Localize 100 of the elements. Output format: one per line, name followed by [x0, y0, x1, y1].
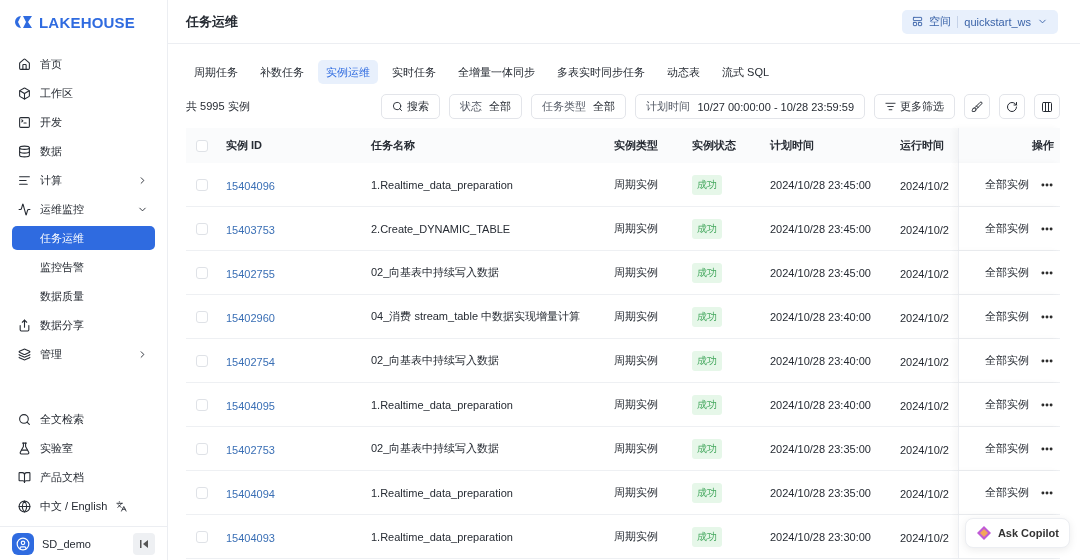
- table-cell-text: 2024/10/28 23:30:00: [770, 530, 872, 543]
- brand-name: LAKEHOUSE: [39, 13, 135, 31]
- checkbox[interactable]: [196, 486, 208, 499]
- instance-id-link[interactable]: 15402753: [226, 443, 275, 456]
- instance-id-link[interactable]: 15404094: [226, 487, 275, 500]
- tab[interactable]: 实时任务: [384, 60, 444, 84]
- instance-id-link[interactable]: 15404096: [226, 179, 275, 192]
- brush-icon: [971, 100, 983, 113]
- checkbox[interactable]: [196, 442, 208, 455]
- nav-item[interactable]: 数据分享: [12, 313, 155, 337]
- collapse-sidebar-button[interactable]: [133, 532, 155, 555]
- flask-icon: [18, 441, 31, 455]
- instance-id-link[interactable]: 15402755: [226, 267, 275, 280]
- workspace-selector[interactable]: 空间 quickstart_ws: [902, 9, 1058, 34]
- checkbox[interactable]: [196, 530, 208, 543]
- checkbox[interactable]: [196, 139, 208, 152]
- table-cell-text: 周期实例: [614, 529, 659, 544]
- brush-button[interactable]: [964, 94, 990, 119]
- table-cell-text: 周期实例: [614, 397, 659, 412]
- table-cell-text: 02_向基表中持续写入数据: [371, 353, 501, 368]
- checkbox[interactable]: [196, 222, 208, 235]
- table-cell-text: 全部实例: [985, 441, 1030, 456]
- columns-icon: [1041, 100, 1053, 113]
- checkbox[interactable]: [196, 266, 208, 279]
- nav-item[interactable]: 计算: [12, 168, 155, 192]
- instance-id-link[interactable]: 15404093: [226, 531, 275, 544]
- checkbox[interactable]: [196, 310, 208, 323]
- nav-item[interactable]: 运维监控: [12, 197, 155, 221]
- terminal-icon: [18, 115, 31, 129]
- filter-button[interactable]: 状态 全部: [449, 94, 523, 119]
- more-filters-button[interactable]: 更多筛选: [874, 94, 955, 119]
- tab[interactable]: 补数任务: [252, 60, 312, 84]
- status-badge: 成功: [692, 482, 722, 503]
- nav-item[interactable]: 数据质量: [12, 284, 155, 308]
- refresh-icon: [1006, 100, 1018, 113]
- table-cell-text: 全部实例: [985, 221, 1030, 236]
- table-cell-text: 2024/10/28 23:35:00: [770, 486, 872, 499]
- checkbox[interactable]: [196, 398, 208, 411]
- share-icon: [18, 318, 31, 332]
- nav-item[interactable]: 中文 / English: [12, 494, 155, 518]
- nav-item[interactable]: 实验室: [12, 436, 155, 460]
- nav-item[interactable]: 任务运维: [12, 226, 155, 250]
- checkbox[interactable]: [196, 354, 208, 367]
- nav-item[interactable]: 工作区: [12, 81, 155, 105]
- layers-icon: [18, 347, 31, 361]
- checkbox[interactable]: [196, 178, 208, 191]
- instance-id-link[interactable]: 15402960: [226, 311, 275, 324]
- tab[interactable]: 多表实时同步任务: [549, 60, 653, 84]
- table-cell-text: 全部实例: [985, 353, 1030, 368]
- table-cell-text: 2024/10/2: [900, 531, 950, 544]
- table-cell-text: 1.Realtime_data_preparation: [371, 530, 514, 543]
- search-button[interactable]: 搜索: [381, 94, 441, 119]
- avatar[interactable]: [12, 532, 34, 555]
- refresh-button[interactable]: [999, 94, 1025, 119]
- table-cell-text: 2024/10/28 23:40:00: [770, 398, 872, 411]
- ask-copilot-button[interactable]: Ask Copilot: [964, 518, 1070, 548]
- copilot-icon: [975, 525, 992, 541]
- search-icon: [18, 412, 31, 426]
- status-badge: 成功: [692, 174, 722, 195]
- tab[interactable]: 全增量一体同步: [450, 60, 543, 84]
- column-header: 运行时间: [900, 138, 945, 153]
- nav-item[interactable]: 数据: [12, 139, 155, 163]
- table-cell-text: 2024/10/28 23:45:00: [770, 178, 872, 191]
- instance-id-link[interactable]: 15402754: [226, 355, 275, 368]
- tab[interactable]: 周期任务: [186, 60, 246, 84]
- filter-button[interactable]: 任务类型 全部: [531, 94, 627, 119]
- status-badge: 成功: [692, 526, 722, 547]
- instance-id-link[interactable]: 15403753: [226, 223, 275, 236]
- table-cell-text: 全部实例: [985, 309, 1030, 324]
- activity-icon: [18, 202, 31, 216]
- nav-item[interactable]: 管理: [12, 342, 155, 366]
- table-cell-text: 2024/10/28 23:35:00: [770, 442, 872, 455]
- table-cell-text: 02_向基表中持续写入数据: [371, 441, 501, 456]
- instance-id-link[interactable]: 15404095: [226, 399, 275, 412]
- book-icon: [18, 470, 31, 484]
- table-cell-text: 2024/10/2: [900, 399, 950, 412]
- table-cell-text: 2024/10/28 23:45:00: [770, 266, 872, 279]
- nav-item[interactable]: 开发: [12, 110, 155, 134]
- status-badge: 成功: [692, 438, 722, 459]
- nav-item[interactable]: 全文检索: [12, 407, 155, 431]
- table-cell-text: 1.Realtime_data_preparation: [371, 398, 514, 411]
- nav-item[interactable]: 首页: [12, 52, 155, 76]
- table-cell-text: 全部实例: [985, 397, 1030, 412]
- column-header: 实例状态: [692, 138, 737, 153]
- status-badge: 成功: [692, 218, 722, 239]
- filter-button[interactable]: 计划时间 10/27 00:00:00 - 10/28 23:59:59: [635, 94, 865, 119]
- table-cell-text: 2024/10/2: [900, 443, 950, 456]
- nav-item[interactable]: 产品文档: [12, 465, 155, 489]
- table-cell-text: 1.Realtime_data_preparation: [371, 178, 514, 191]
- tab[interactable]: 实例运维: [318, 60, 378, 84]
- table-cell-text: 周期实例: [614, 309, 659, 324]
- tab[interactable]: 流式 SQL: [714, 60, 778, 84]
- translate-icon[interactable]: [116, 500, 128, 512]
- nav-item[interactable]: 监控告警: [12, 255, 155, 279]
- column-header: 计划时间: [770, 138, 815, 153]
- cube-icon: [18, 86, 31, 100]
- tab[interactable]: 动态表: [659, 60, 708, 84]
- columns-button[interactable]: [1034, 94, 1060, 119]
- table-cell-text: 02_向基表中持续写入数据: [371, 265, 501, 280]
- user-icon: [16, 536, 30, 551]
